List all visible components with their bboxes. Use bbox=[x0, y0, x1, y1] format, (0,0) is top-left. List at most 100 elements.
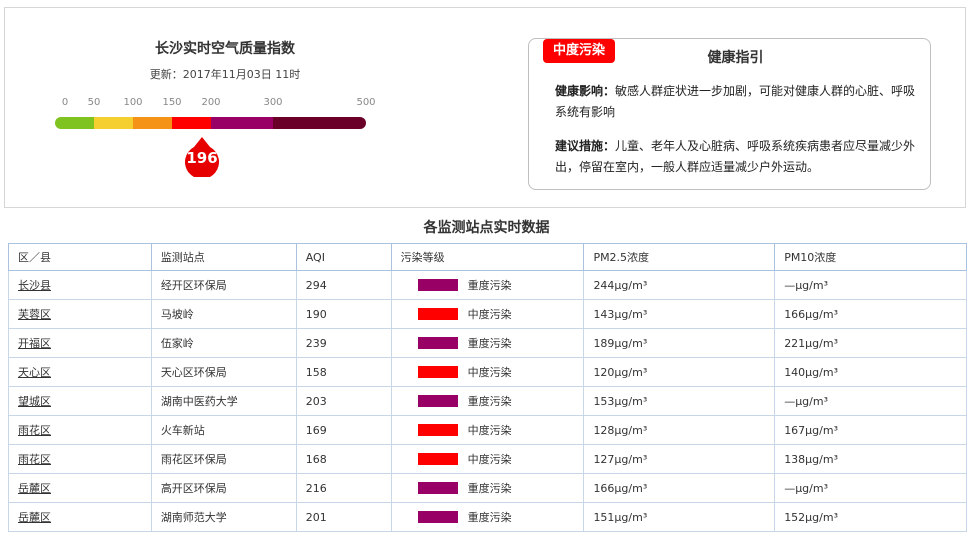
aqi-scale-tick: 300 bbox=[263, 97, 283, 108]
level-text: 重度污染 bbox=[467, 511, 512, 524]
pm10-cell: 166μg/m³ bbox=[774, 299, 967, 329]
aqi-scale-tick: 100 bbox=[123, 97, 143, 108]
level-color-swatch bbox=[417, 279, 458, 291]
level-cell: 中度污染 bbox=[390, 444, 585, 474]
district-link[interactable]: 长沙县 bbox=[18, 279, 51, 292]
district-link[interactable]: 岳麓区 bbox=[18, 511, 51, 524]
pm25-cell: 153μg/m³ bbox=[583, 386, 776, 416]
level-color-swatch bbox=[417, 424, 458, 436]
district-cell: 开福区 bbox=[8, 328, 152, 358]
aqi-value: 196 bbox=[186, 149, 218, 167]
pm25-cell: 151μg/m³ bbox=[583, 502, 776, 532]
aqi-cell: 158 bbox=[295, 357, 392, 387]
aqi-scale-bar bbox=[55, 117, 366, 129]
station-cell: 湖南中医药大学 bbox=[150, 386, 297, 416]
level-cell: 重度污染 bbox=[390, 270, 585, 300]
table-row: 岳麓区 湖南师范大学 201 重度污染 151μg/m³ 152μg/m³ bbox=[8, 502, 967, 532]
aqi-scale-segment bbox=[133, 117, 172, 129]
aqi-scale-segment bbox=[94, 117, 133, 129]
update-time: 更新：2017年11月03日 11时 bbox=[149, 68, 301, 81]
level-text: 中度污染 bbox=[467, 453, 512, 466]
health-guide-box: 中度污染 健康指引 健康影响：敏感人群症状进一步加剧，可能对健康人群的心脏、呼吸… bbox=[528, 38, 931, 190]
level-color-swatch bbox=[417, 395, 458, 407]
pm25-cell: 143μg/m³ bbox=[583, 299, 776, 329]
table-row: 芙蓉区 马坡岭 190 中度污染 143μg/m³ 166μg/m³ bbox=[8, 299, 967, 329]
district-cell: 雨花区 bbox=[8, 415, 152, 445]
pm10-cell: —μg/m³ bbox=[774, 386, 967, 416]
pm10-cell: 152μg/m³ bbox=[774, 502, 967, 532]
column-header-level: 污染等级 bbox=[390, 243, 585, 271]
aqi-cell: 190 bbox=[295, 299, 392, 329]
column-header-pm10: PM10浓度 bbox=[774, 243, 967, 271]
district-link[interactable]: 雨花区 bbox=[18, 453, 51, 466]
table-header-row: 区／县 监测站点 AQI 污染等级 PM2.5浓度 PM10浓度 bbox=[8, 243, 967, 271]
station-cell: 火车新站 bbox=[150, 415, 297, 445]
level-text: 中度污染 bbox=[467, 366, 512, 379]
pm10-cell: —μg/m³ bbox=[774, 473, 967, 503]
health-impact: 健康影响：敏感人群症状进一步加剧，可能对健康人群的心脏、呼吸系统有影响 bbox=[555, 81, 925, 123]
pm10-cell: 221μg/m³ bbox=[774, 328, 967, 358]
pm25-cell: 166μg/m³ bbox=[583, 473, 776, 503]
level-color-swatch bbox=[417, 511, 458, 523]
level-cell: 中度污染 bbox=[390, 357, 585, 387]
district-link[interactable]: 天心区 bbox=[18, 366, 51, 379]
level-text: 重度污染 bbox=[467, 482, 512, 495]
district-link[interactable]: 望城区 bbox=[18, 395, 51, 408]
district-link[interactable]: 雨花区 bbox=[18, 424, 51, 437]
station-cell: 高开区环保局 bbox=[150, 473, 297, 503]
aqi-cell: 168 bbox=[295, 444, 392, 474]
district-cell: 岳麓区 bbox=[8, 502, 152, 532]
level-cell: 重度污染 bbox=[390, 473, 585, 503]
pm25-cell: 128μg/m³ bbox=[583, 415, 776, 445]
aqi-cell: 239 bbox=[295, 328, 392, 358]
station-cell: 伍家岭 bbox=[150, 328, 297, 358]
column-header-aqi: AQI bbox=[295, 243, 392, 271]
table-row: 雨花区 雨花区环保局 168 中度污染 127μg/m³ 138μg/m³ bbox=[8, 444, 967, 474]
aqi-scale-tick: 500 bbox=[356, 97, 376, 108]
pm10-cell: —μg/m³ bbox=[774, 270, 967, 300]
level-text: 重度污染 bbox=[467, 395, 512, 408]
level-color-swatch bbox=[417, 308, 458, 320]
level-text: 中度污染 bbox=[467, 308, 512, 321]
table-row: 长沙县 经开区环保局 294 重度污染 244μg/m³ —μg/m³ bbox=[8, 270, 967, 300]
stations-title: 各监测站点实时数据 bbox=[423, 220, 550, 236]
station-cell: 天心区环保局 bbox=[150, 357, 297, 387]
aqi-cell: 169 bbox=[295, 415, 392, 445]
level-text: 重度污染 bbox=[467, 337, 512, 350]
district-link[interactable]: 芙蓉区 bbox=[18, 308, 51, 321]
level-cell: 中度污染 bbox=[390, 299, 585, 329]
pm25-cell: 189μg/m³ bbox=[583, 328, 776, 358]
level-cell: 重度污染 bbox=[390, 328, 585, 358]
district-cell: 芙蓉区 bbox=[8, 299, 152, 329]
health-impact-label: 健康影响： bbox=[555, 84, 616, 98]
district-link[interactable]: 开福区 bbox=[18, 337, 51, 350]
aqi-scale-tick: 150 bbox=[162, 97, 182, 108]
pm10-cell: 138μg/m³ bbox=[774, 444, 967, 474]
aqi-value-pin: 196 bbox=[182, 137, 222, 177]
aqi-cell: 294 bbox=[295, 270, 392, 300]
aqi-cell: 201 bbox=[295, 502, 392, 532]
station-cell: 雨花区环保局 bbox=[150, 444, 297, 474]
aqi-scale-tick: 200 bbox=[201, 97, 221, 108]
station-cell: 经开区环保局 bbox=[150, 270, 297, 300]
level-text: 重度污染 bbox=[467, 279, 512, 292]
table-row: 雨花区 火车新站 169 中度污染 128μg/m³ 167μg/m³ bbox=[8, 415, 967, 445]
column-header-pm25: PM2.5浓度 bbox=[583, 243, 776, 271]
level-color-swatch bbox=[417, 453, 458, 465]
aqi-scale-segment bbox=[172, 117, 211, 129]
pm25-cell: 120μg/m³ bbox=[583, 357, 776, 387]
table-row: 天心区 天心区环保局 158 中度污染 120μg/m³ 140μg/m³ bbox=[8, 357, 967, 387]
level-cell: 重度污染 bbox=[390, 386, 585, 416]
district-link[interactable]: 岳麓区 bbox=[18, 482, 51, 495]
pm10-cell: 140μg/m³ bbox=[774, 357, 967, 387]
table-row: 开福区 伍家岭 239 重度污染 189μg/m³ 221μg/m³ bbox=[8, 328, 967, 358]
column-header-district: 区／县 bbox=[8, 243, 152, 271]
health-guide-title: 健康指引 bbox=[707, 50, 764, 66]
pm10-cell: 167μg/m³ bbox=[774, 415, 967, 445]
level-text: 中度污染 bbox=[467, 424, 512, 437]
table-row: 望城区 湖南中医药大学 203 重度污染 153μg/m³ —μg/m³ bbox=[8, 386, 967, 416]
stations-table: 区／县 监测站点 AQI 污染等级 PM2.5浓度 PM10浓度 长沙县 经开区环… bbox=[8, 243, 967, 532]
level-color-swatch bbox=[417, 337, 458, 349]
table-row: 岳麓区 高开区环保局 216 重度污染 166μg/m³ —μg/m³ bbox=[8, 473, 967, 503]
aqi-cell: 203 bbox=[295, 386, 392, 416]
